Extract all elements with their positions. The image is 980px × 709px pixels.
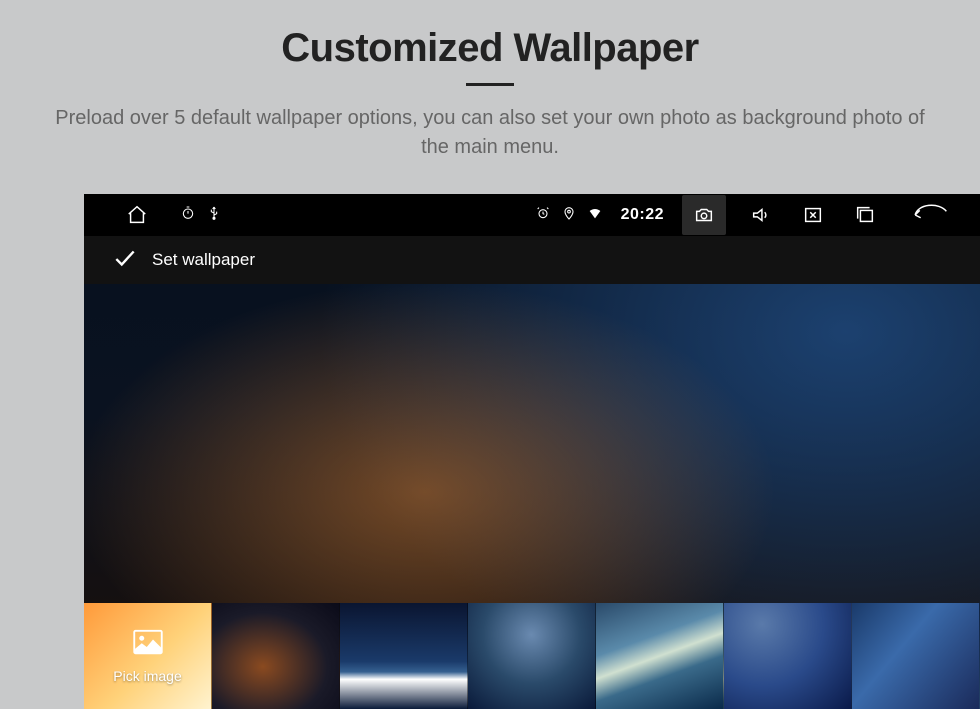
wallpaper-thumb-2[interactable]: [340, 603, 468, 709]
wallpaper-preview[interactable]: [84, 284, 980, 604]
confirm-icon[interactable]: [112, 245, 138, 276]
pick-image-button[interactable]: Pick image: [84, 603, 212, 709]
camera-icon[interactable]: [682, 195, 726, 235]
home-icon[interactable]: [120, 194, 154, 236]
location-icon: [561, 205, 577, 226]
wallpaper-thumb-3[interactable]: [468, 603, 596, 709]
status-indicators: [535, 205, 603, 226]
wallpaper-thumb-5[interactable]: [724, 603, 852, 709]
wallpaper-thumb-4[interactable]: [596, 603, 724, 709]
recents-icon[interactable]: [848, 194, 882, 236]
status-bar: 20:22: [84, 194, 980, 236]
device-screen: 20:22 Set wallpaper: [84, 194, 980, 709]
volume-icon[interactable]: [744, 194, 778, 236]
wallpaper-thumbs: Pick image: [84, 603, 980, 709]
action-bar: Set wallpaper: [84, 236, 980, 284]
wallpaper-thumb-1[interactable]: [212, 603, 340, 709]
close-box-icon[interactable]: [796, 194, 830, 236]
pick-image-label: Pick image: [113, 668, 181, 684]
page-title: Customized Wallpaper: [0, 0, 980, 71]
usb-icon: [206, 205, 222, 226]
clock-time: 20:22: [621, 206, 664, 224]
title-underline: [466, 83, 514, 86]
back-icon[interactable]: [900, 194, 956, 236]
alarm-icon: [535, 205, 551, 226]
wifi-icon: [587, 205, 603, 226]
image-icon: [133, 629, 163, 660]
wallpaper-thumb-6[interactable]: [852, 603, 980, 709]
page-subtitle: Preload over 5 default wallpaper options…: [40, 104, 940, 162]
timer-icon: [180, 205, 196, 226]
set-wallpaper-label[interactable]: Set wallpaper: [152, 250, 255, 270]
